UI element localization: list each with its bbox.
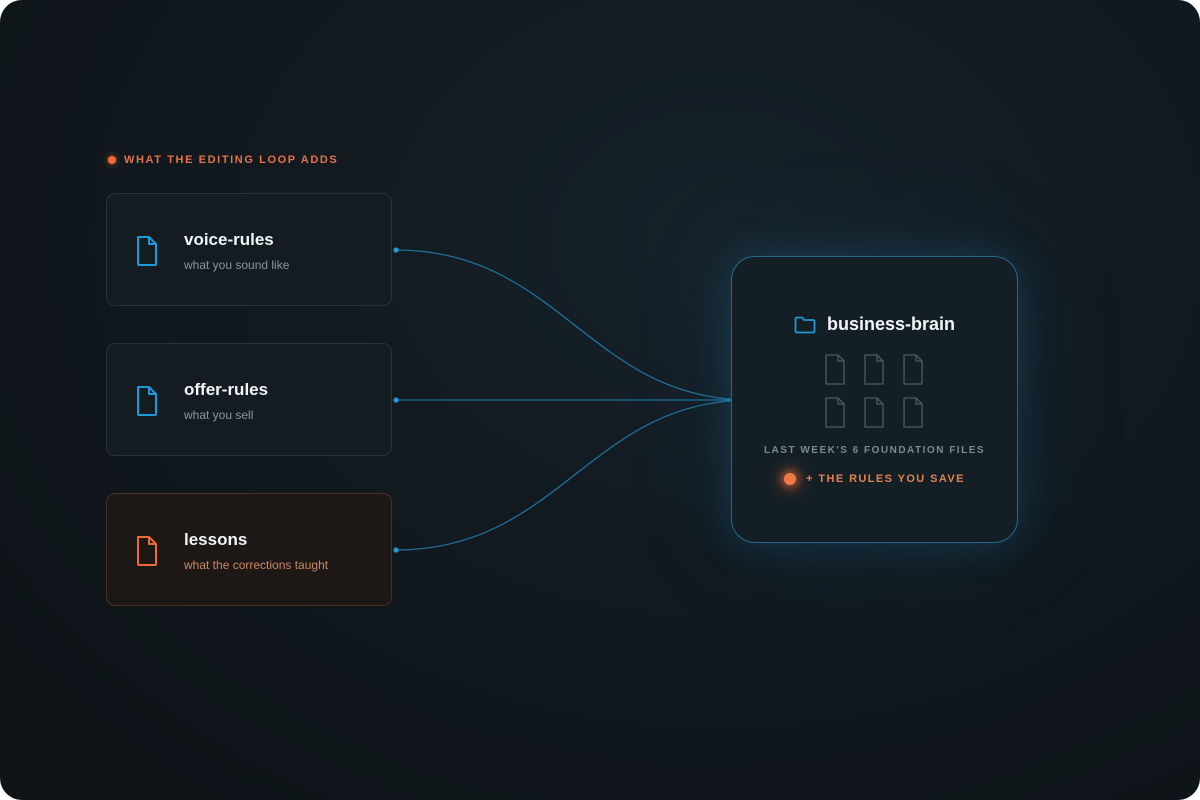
brain-header: business-brain xyxy=(732,314,1017,335)
connector-dot-offer-rules xyxy=(393,397,399,403)
foundation-files-grid xyxy=(825,354,927,428)
source-card-offer-rules[interactable]: offer-rules what you sell xyxy=(106,343,392,456)
glow-dot-icon xyxy=(784,473,797,485)
source-title: lessons xyxy=(184,530,248,549)
source-subtitle: what the corrections taught xyxy=(184,558,329,572)
brain-title: business-brain xyxy=(826,314,956,334)
source-card-lessons[interactable]: lessons what the corrections taught xyxy=(106,493,392,606)
connector-dot-voice-rules xyxy=(393,247,399,253)
source-title: offer-rules xyxy=(184,380,269,399)
rules-addition: + THE RULES YOU SAVE xyxy=(732,473,1017,485)
foundation-file-icon xyxy=(864,354,884,385)
foundation-file-icon xyxy=(825,397,845,428)
file-icon xyxy=(137,536,157,566)
connector-dot-lessons xyxy=(393,547,399,553)
foundation-file-icon xyxy=(903,354,923,385)
foundation-file-icon xyxy=(825,354,845,385)
foundation-caption: LAST WEEK'S 6 FOUNDATION FILES xyxy=(763,445,986,456)
source-title: voice-rules xyxy=(184,230,274,249)
source-subtitle: what you sound like xyxy=(184,258,290,272)
source-subtitle: what you sell xyxy=(184,408,254,422)
foundation-file-icon xyxy=(903,397,923,428)
diagram-canvas: WHAT THE EDITING LOOP ADDS voice-rules w… xyxy=(0,0,1200,800)
folder-icon xyxy=(794,316,816,333)
connector-voice-rules xyxy=(395,249,751,401)
source-card-voice-rules[interactable]: voice-rules what you sound like xyxy=(106,193,392,306)
rules-addition-text: + THE RULES YOU SAVE xyxy=(806,473,965,485)
business-brain-box[interactable]: business-brain LAST WEEK'S 6 FOUNDATION … xyxy=(731,256,1018,543)
connector-lessons xyxy=(395,399,751,551)
file-icon xyxy=(137,386,157,416)
file-icon xyxy=(137,236,157,266)
foundation-file-icon xyxy=(864,397,884,428)
